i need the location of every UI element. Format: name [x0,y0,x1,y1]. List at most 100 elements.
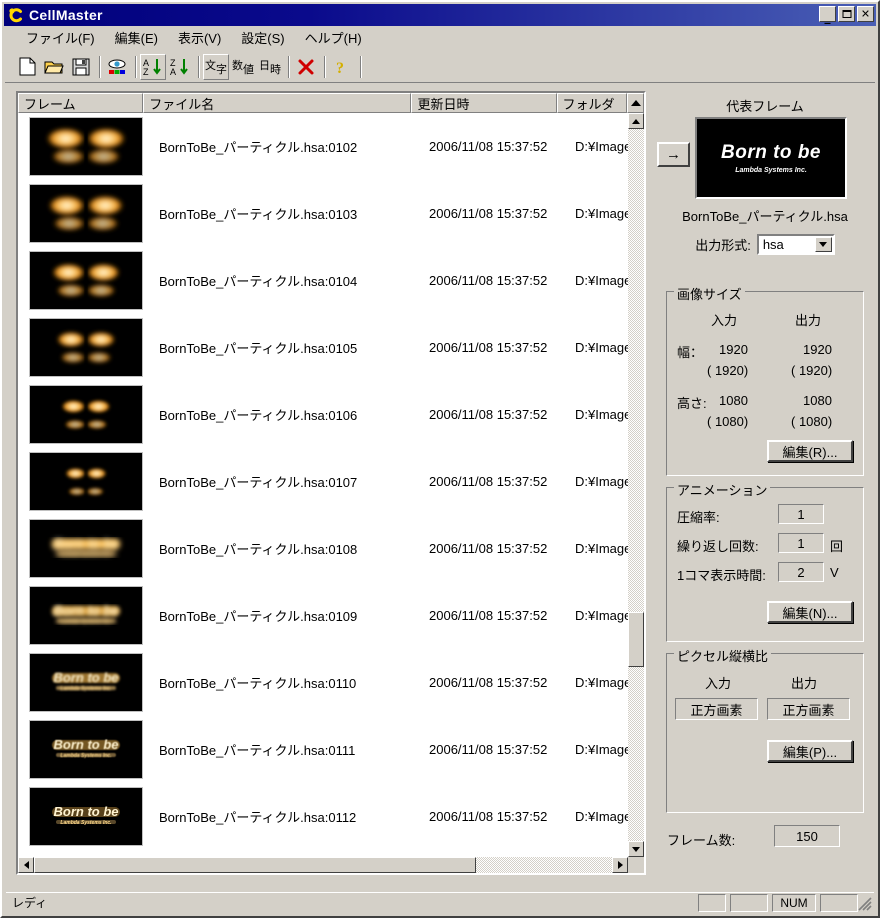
frame-thumbnail[interactable] [29,318,143,377]
output-format-select[interactable]: hsa [756,234,835,255]
image-size-edit-button[interactable]: 編集(R)... [767,440,853,462]
table-row[interactable]: BornToBe_パーティクル.hsa:0107 2006/11/08 15:37… [18,448,628,515]
repeat-value[interactable]: 1 [778,533,824,553]
list-vertical-scrollbar[interactable] [628,113,644,873]
cell-folder: D:¥Image³ [575,541,628,556]
cell-folder: D:¥Image³ [575,340,628,355]
pixel-aspect-input-value: 正方画素 [675,698,758,720]
table-row[interactable]: BornToBe_パーティクル.hsa:0104 2006/11/08 15:37… [18,247,628,314]
image-size-input-header: 入力 [711,313,738,328]
svg-text:Lambda Systems Inc.: Lambda Systems Inc. [60,753,111,759]
maximize-button[interactable] [838,6,855,22]
hscroll-thumb[interactable] [34,857,476,873]
svg-text:Born to be: Born to be [54,603,119,618]
sort-by-text-icon[interactable]: 文字 [203,53,229,80]
menu-bar: ファイル(F) 編集(E) 表示(V) 設定(S) ヘルプ(H) [4,27,876,48]
status-panel-1 [698,894,726,912]
cell-modified: 2006/11/08 15:37:52 [429,541,548,556]
cell-folder: D:¥Image³ [575,608,628,623]
chevron-down-icon[interactable] [814,237,832,252]
new-icon[interactable] [14,54,40,80]
frame-thumbnail[interactable]: Born to be Lambda Systems Inc. [29,787,143,846]
window-title: CellMaster [29,7,103,23]
scroll-right-button[interactable] [612,857,628,873]
delete-icon[interactable] [293,54,319,80]
svg-text:Lambda Systems Inc.: Lambda Systems Inc. [60,686,111,692]
application-window: CellMaster _ ✕ ファイル(F) 編集(E) 表示(V) 設定(S)… [0,0,880,918]
properties-panel: 代表フレーム → Born to be Lambda Systems Inc. … [654,91,876,875]
cell-filename: BornToBe_パーティクル.hsa:0106 [159,408,358,423]
scroll-down-button[interactable] [628,841,644,857]
resize-grip-icon[interactable] [858,897,872,911]
set-representative-frame-button[interactable]: → [657,142,690,167]
compression-value[interactable]: 1 [778,504,824,524]
column-header-filename[interactable]: ファイル名 [143,93,412,113]
frame-thumbnail[interactable]: Born to be Lambda Systems Inc. [29,586,143,645]
frame-thumbnail[interactable]: Born to be Lambda Systems Inc. [29,720,143,779]
menu-item-file[interactable]: ファイル(F) [16,26,105,49]
toolbar: AZ ZA 文字 数値 日時 ? [5,51,875,83]
sort-ascending-arrow-icon[interactable] [627,93,645,113]
frame-thumbnail[interactable] [29,251,143,310]
sort-by-date-icon[interactable]: 日時 [257,54,283,80]
column-header-frame[interactable]: フレーム [18,93,144,113]
table-row[interactable]: Born to be Lambda Systems Inc. BornToBe_… [18,582,628,649]
table-row[interactable]: Born to be Lambda Systems Inc. BornToBe_… [18,649,628,716]
menu-item-edit[interactable]: 編集(E) [105,26,168,49]
column-header-folder[interactable]: フォルダ [556,93,628,113]
open-folder-icon[interactable] [41,54,67,80]
column-header-modified[interactable]: 更新日時 [411,93,557,113]
vscroll-track[interactable] [628,129,644,857]
menu-item-help[interactable]: ヘルプ(H) [295,26,372,49]
representative-frame-preview: Born to be Lambda Systems Inc. [695,117,847,199]
repeat-label: 繰り返し回数: [677,539,759,554]
help-icon[interactable]: ? [329,54,355,80]
sort-by-number-icon[interactable]: 数値 [230,54,256,80]
svg-text:Lambda Systems Inc.: Lambda Systems Inc. [60,552,111,558]
vscroll-thumb[interactable] [628,612,644,667]
preview-title-line: Born to be [721,142,821,163]
cell-filename: BornToBe_パーティクル.hsa:0111 [159,743,356,758]
height-input-paren: ( 1080) [707,414,749,429]
svg-text:Born to be: Born to be [54,536,119,551]
sort-descending-za-icon[interactable]: ZA [167,54,193,80]
table-row[interactable]: BornToBe_パーティクル.hsa:0105 2006/11/08 15:37… [18,314,628,381]
menu-item-settings[interactable]: 設定(S) [231,26,294,49]
menu-item-view[interactable]: 表示(V) [168,26,231,49]
list-header: フレーム ファイル名 更新日時 フォルダ [18,93,645,113]
pixel-aspect-caption: ピクセル縦横比 [674,646,772,665]
list-horizontal-scrollbar[interactable] [18,857,628,873]
animation-edit-button[interactable]: 編集(N)... [767,601,853,623]
minimize-button[interactable]: _ [819,6,836,23]
table-row[interactable]: BornToBe_パーティクル.hsa:0102 2006/11/08 15:37… [18,113,628,180]
frame-thumbnail[interactable] [29,117,143,176]
save-disk-icon[interactable] [68,54,94,80]
table-row[interactable]: Born to be Lambda Systems Inc. BornToBe_… [18,515,628,582]
svg-text:Born to be: Born to be [54,804,119,819]
scroll-up-button[interactable] [628,113,644,129]
svg-text:A: A [170,67,176,77]
frame-thumbnail[interactable] [29,452,143,511]
svg-text:Z: Z [143,67,149,77]
frame-thumbnail[interactable] [29,184,143,243]
width-output-value: 1920 [803,342,832,357]
table-row[interactable]: Born to be Lambda Systems Inc. BornToBe_… [18,783,628,850]
table-row[interactable]: BornToBe_パーティクル.hsa:0103 2006/11/08 15:37… [18,180,628,247]
cell-filename: BornToBe_パーティクル.hsa:0105 [159,341,358,356]
frametime-value[interactable]: 2 [778,562,824,582]
table-row[interactable]: Born to be Lambda Systems Inc. BornToBe_… [18,716,628,783]
color-preview-icon[interactable] [104,54,130,80]
close-button[interactable]: ✕ [857,6,874,22]
file-list[interactable]: フレーム ファイル名 更新日時 フォルダ BornToBe_パーティクル.hsa… [16,91,646,875]
scroll-left-button[interactable] [18,857,34,873]
preview-image-text: Born to be Lambda Systems Inc. [697,142,845,174]
pixel-aspect-edit-button[interactable]: 編集(P)... [767,740,853,762]
frame-thumbnail[interactable]: Born to be Lambda Systems Inc. [29,519,143,578]
svg-text:Lambda Systems Inc.: Lambda Systems Inc. [60,619,111,625]
image-size-output-header: 出力 [795,313,822,328]
sort-ascending-az-icon[interactable]: AZ [140,53,166,80]
table-row[interactable]: BornToBe_パーティクル.hsa:0106 2006/11/08 15:37… [18,381,628,448]
frame-thumbnail[interactable] [29,385,143,444]
cell-folder: D:¥Image³ [575,474,628,489]
frame-thumbnail[interactable]: Born to be Lambda Systems Inc. [29,653,143,712]
